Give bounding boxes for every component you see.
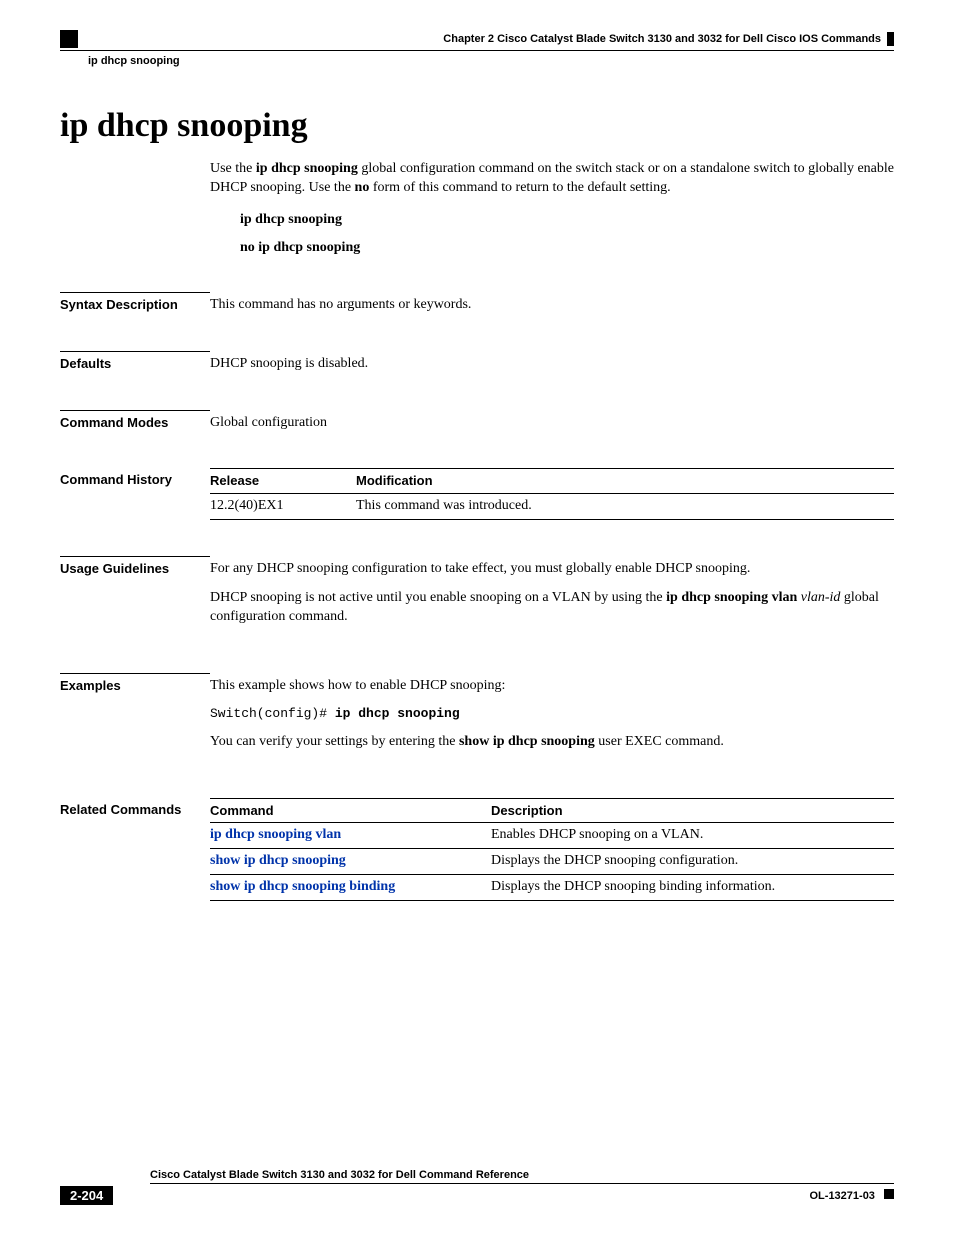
col-modification: Modification	[356, 469, 894, 494]
table-row: show ip dhcp snooping binding Displays t…	[210, 875, 894, 901]
header-chapter: Chapter 2 Cisco Catalyst Blade Switch 31…	[443, 32, 894, 46]
example-cmd: ip dhcp snooping	[335, 706, 460, 721]
verify-text: user EXEC command.	[595, 734, 724, 749]
intro-block: Use the ip dhcp snooping global configur…	[210, 160, 894, 256]
related-link[interactable]: ip dhcp snooping vlan	[210, 823, 491, 849]
section-syntax: Syntax Description This command has no a…	[60, 292, 894, 315]
related-commands-table: Command Description ip dhcp snooping vla…	[210, 798, 894, 901]
page-number: 2-204	[60, 1186, 113, 1205]
related-link[interactable]: show ip dhcp snooping	[210, 849, 491, 875]
header-left-marker	[60, 30, 88, 48]
section-examples: Examples This example shows how to enabl…	[60, 673, 894, 762]
table-header-row: Command Description	[210, 798, 894, 823]
intro-bold-no: no	[355, 180, 370, 195]
header-square-icon	[60, 30, 78, 48]
col-description: Description	[491, 798, 894, 823]
section-content: For any DHCP snooping configuration to t…	[210, 556, 894, 637]
section-content: This command has no arguments or keyword…	[210, 292, 894, 315]
page-footer: Cisco Catalyst Blade Switch 3130 and 303…	[60, 1169, 894, 1205]
section-content: DHCP snooping is disabled.	[210, 351, 894, 374]
page-title: ip dhcp snooping	[60, 107, 894, 145]
section-defaults: Defaults DHCP snooping is disabled.	[60, 351, 894, 374]
section-content: This example shows how to enable DHCP sn…	[210, 673, 894, 762]
page: Chapter 2 Cisco Catalyst Blade Switch 31…	[0, 0, 954, 1235]
cell-release: 12.2(40)EX1	[210, 494, 356, 520]
example-verify: You can verify your settings by entering…	[210, 733, 894, 752]
footer-doc-title: Cisco Catalyst Blade Switch 3130 and 303…	[150, 1169, 894, 1181]
cmd-form-on: ip dhcp snooping	[240, 212, 894, 228]
related-desc: Displays the DHCP snooping configuration…	[491, 849, 894, 875]
table-row: 12.2(40)EX1 This command was introduced.	[210, 494, 894, 520]
table-row: show ip dhcp snooping Displays the DHCP …	[210, 849, 894, 875]
col-command: Command	[210, 798, 491, 823]
footer-right: OL-13271-03	[810, 1189, 895, 1202]
table-header-row: Release Modification	[210, 469, 894, 494]
related-desc: Displays the DHCP snooping binding infor…	[491, 875, 894, 901]
footer-square-icon	[884, 1189, 894, 1199]
page-header: Chapter 2 Cisco Catalyst Blade Switch 31…	[60, 30, 894, 67]
section-label: Syntax Description	[60, 292, 210, 312]
history-table: Release Modification 12.2(40)EX1 This co…	[210, 468, 894, 519]
section-label: Related Commands	[60, 798, 210, 817]
related-desc: Enables DHCP snooping on a VLAN.	[491, 823, 894, 849]
section-command-modes: Command Modes Global configuration	[60, 410, 894, 433]
cell-modification: This command was introduced.	[356, 494, 894, 520]
table-row: ip dhcp snooping vlan Enables DHCP snoop…	[210, 823, 894, 849]
intro-text: form of this command to return to the de…	[369, 180, 670, 195]
example-code: Switch(config)# ip dhcp snooping	[210, 705, 894, 723]
section-label: Command Modes	[60, 410, 210, 430]
section-usage-guidelines: Usage Guidelines For any DHCP snooping c…	[60, 556, 894, 637]
command-forms: ip dhcp snooping no ip dhcp snooping	[240, 212, 894, 256]
example-intro: This example shows how to enable DHCP sn…	[210, 677, 894, 696]
verify-bold: show ip dhcp snooping	[459, 734, 595, 749]
usage-p2: DHCP snooping is not active until you en…	[210, 589, 894, 627]
intro-bold-cmd: ip dhcp snooping	[256, 161, 358, 176]
col-release: Release	[210, 469, 356, 494]
section-label: Defaults	[60, 351, 210, 371]
usage-bold: ip dhcp snooping vlan	[666, 590, 797, 605]
cmd-form-off: no ip dhcp snooping	[240, 240, 894, 256]
footer-doc-id: OL-13271-03	[810, 1190, 875, 1202]
verify-text: You can verify your settings by entering…	[210, 734, 459, 749]
section-related-commands: Related Commands Command Description ip …	[60, 798, 894, 901]
section-content: Global configuration	[210, 410, 894, 433]
section-label: Command History	[60, 468, 210, 487]
usage-italic: vlan-id	[801, 590, 841, 605]
header-subtitle: ip dhcp snooping	[88, 55, 894, 67]
section-label: Usage Guidelines	[60, 556, 210, 576]
usage-text: DHCP snooping is not active until you en…	[210, 590, 666, 605]
intro-text: Use the	[210, 161, 256, 176]
section-label: Examples	[60, 673, 210, 693]
related-link[interactable]: show ip dhcp snooping binding	[210, 875, 491, 901]
section-command-history: Command History Release Modification 12.…	[60, 468, 894, 519]
example-prompt: Switch(config)#	[210, 706, 335, 721]
usage-p1: For any DHCP snooping configuration to t…	[210, 560, 894, 579]
